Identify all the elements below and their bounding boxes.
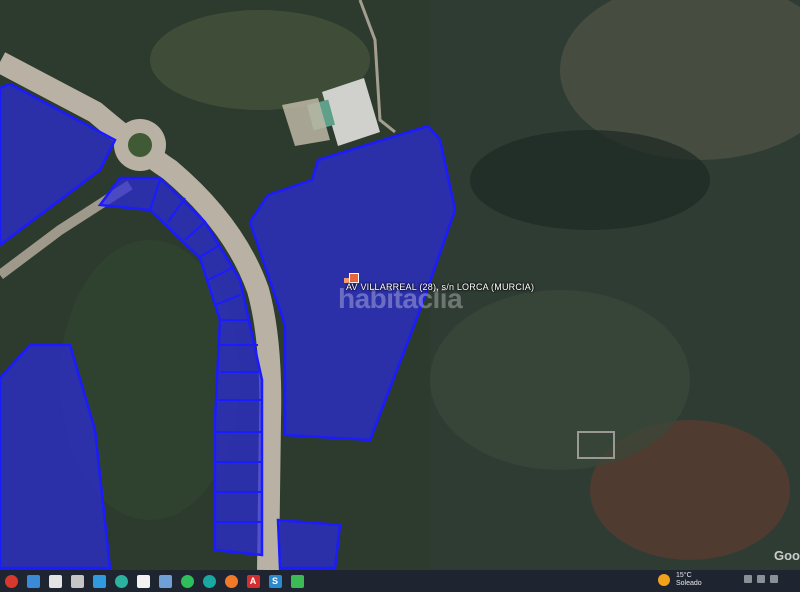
store-icon[interactable] bbox=[22, 570, 44, 592]
tray-icon[interactable] bbox=[744, 575, 752, 583]
address-label: AV VILLARREAL (28), s/n LORCA (MURCIA) bbox=[346, 282, 535, 292]
tray-icon[interactable] bbox=[770, 575, 778, 583]
weather-widget[interactable]: 15°C Soleado bbox=[658, 572, 702, 588]
photos-icon[interactable] bbox=[88, 570, 110, 592]
edge-icon[interactable] bbox=[110, 570, 132, 592]
firefox-icon[interactable] bbox=[220, 570, 242, 592]
acrobat-icon[interactable]: A bbox=[242, 570, 264, 592]
folder-icon[interactable] bbox=[154, 570, 176, 592]
file-icon[interactable] bbox=[132, 570, 154, 592]
system-tray[interactable] bbox=[744, 575, 778, 583]
app3-icon[interactable] bbox=[286, 570, 308, 592]
weather-temperature: 15°C bbox=[676, 572, 692, 579]
app2-icon[interactable]: S bbox=[264, 570, 286, 592]
terrain-shadow bbox=[470, 130, 710, 230]
roundabout-center bbox=[128, 133, 152, 157]
teams-icon[interactable] bbox=[198, 570, 220, 592]
whatsapp-icon[interactable] bbox=[176, 570, 198, 592]
weather-condition: Soleado bbox=[676, 580, 702, 587]
explorer-icon[interactable] bbox=[44, 570, 66, 592]
terrain-slope bbox=[430, 290, 690, 470]
sun-icon bbox=[658, 574, 670, 586]
app-icon[interactable] bbox=[66, 570, 88, 592]
tray-icon[interactable] bbox=[757, 575, 765, 583]
map-attribution: Goo bbox=[774, 548, 800, 563]
chrome-icon[interactable] bbox=[0, 570, 22, 592]
satellite-map[interactable]: habitaclia AV VILLARREAL (28), s/n LORCA… bbox=[0, 0, 800, 570]
parcel-south[interactable] bbox=[276, 518, 342, 570]
